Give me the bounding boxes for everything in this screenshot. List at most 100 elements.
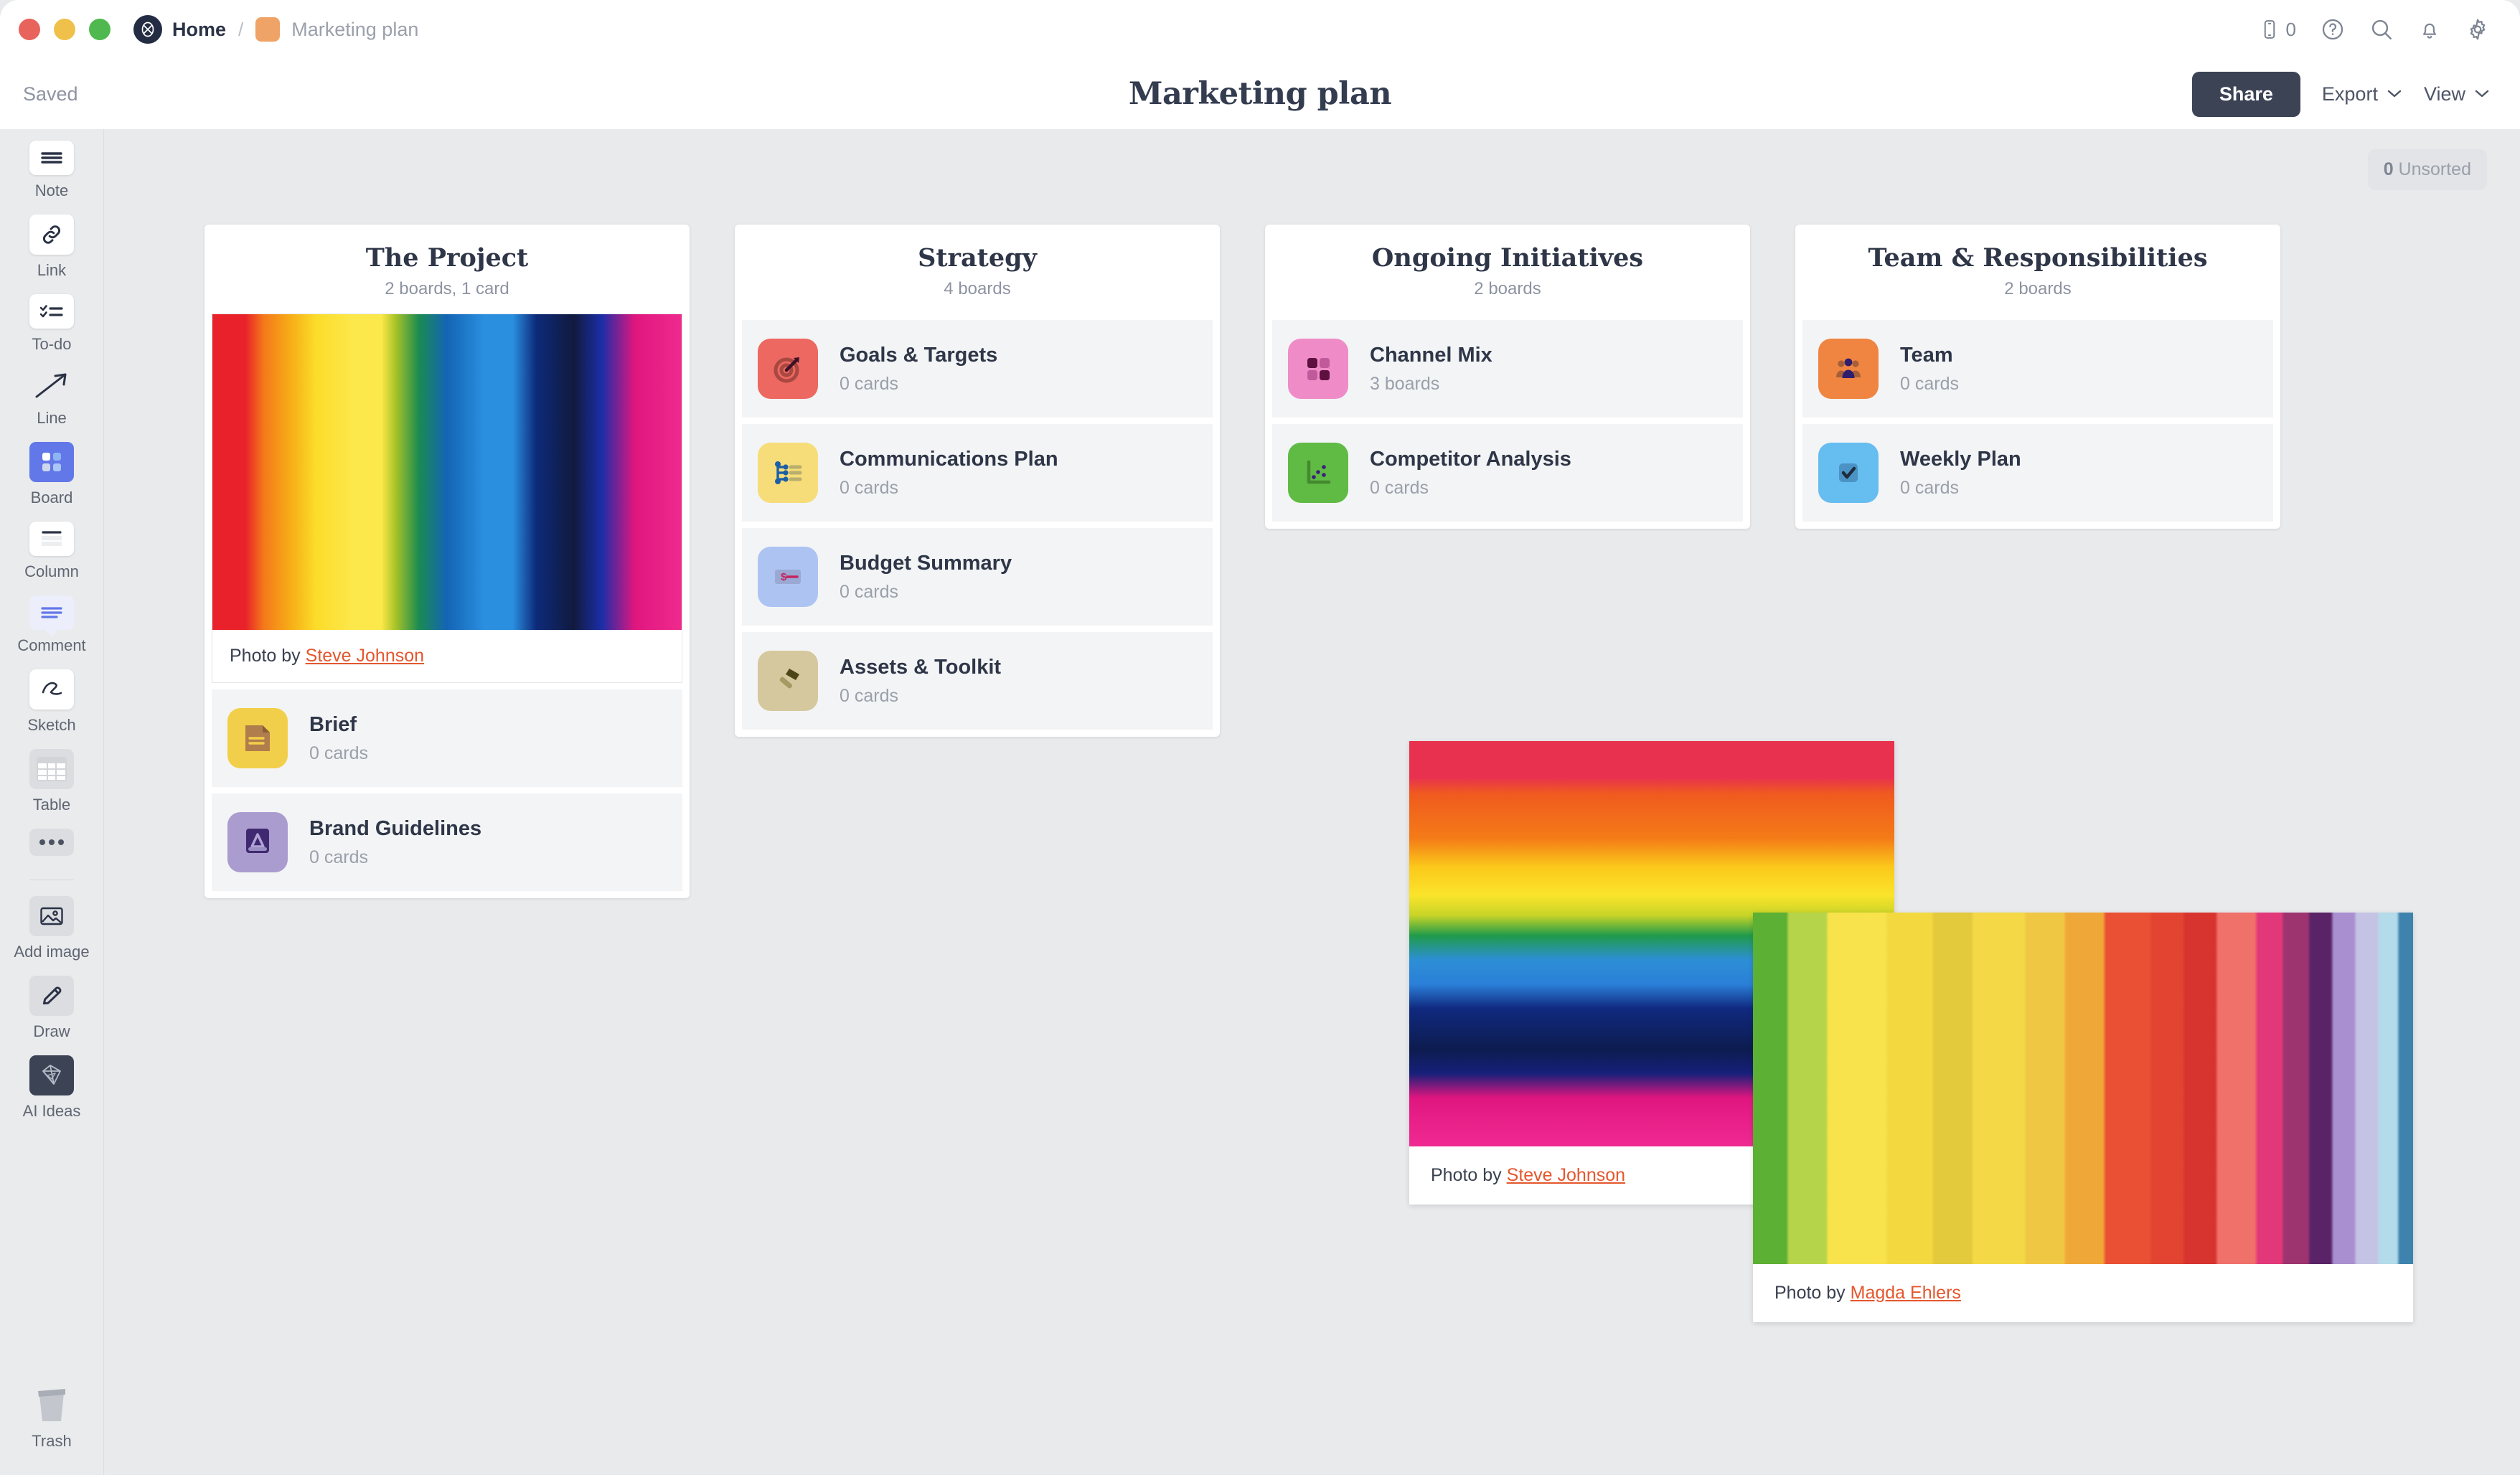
- column-strategy[interactable]: Strategy 4 boards Goals & Targets 0 card…: [735, 225, 1220, 737]
- tool-label: Board: [30, 489, 73, 506]
- breadcrumb-document[interactable]: Marketing plan: [291, 19, 418, 41]
- tool-more[interactable]: [0, 829, 103, 862]
- tool-board[interactable]: Board: [0, 442, 103, 507]
- tool-todo[interactable]: To-do: [0, 294, 103, 354]
- tool-add-image[interactable]: Add image: [0, 896, 103, 961]
- photo-card-magda-ehlers[interactable]: Photo by Magda Ehlers: [1753, 913, 2413, 1322]
- column-header: The Project 2 boards, 1 card: [204, 225, 690, 314]
- document-color-swatch: [255, 17, 281, 42]
- tool-label: AI Ideas: [22, 1102, 81, 1120]
- more-dots-icon: [29, 829, 74, 856]
- hammer-icon: [758, 651, 818, 711]
- unsorted-count: 0: [2383, 159, 2394, 179]
- gear-icon[interactable]: [2465, 17, 2490, 42]
- search-icon[interactable]: [2369, 17, 2394, 42]
- tool-table[interactable]: Table: [0, 749, 103, 814]
- bell-icon[interactable]: [2418, 18, 2441, 41]
- column-subtitle: 2 boards: [1474, 279, 1541, 298]
- help-icon[interactable]: [2321, 17, 2345, 42]
- board-item-brief[interactable]: Brief 0 cards: [212, 689, 682, 787]
- credit-author-link[interactable]: Magda Ehlers: [1851, 1283, 1961, 1303]
- target-icon: [758, 339, 818, 399]
- scatter-icon: [1288, 443, 1348, 503]
- minimize-window-button[interactable]: [54, 19, 75, 40]
- hero-photo-card[interactable]: Photo by Steve Johnson: [212, 314, 682, 683]
- board-item-count: 0 cards: [840, 373, 898, 394]
- note-icon: [29, 141, 74, 175]
- close-window-button[interactable]: [19, 19, 40, 40]
- tool-label: Table: [32, 796, 71, 814]
- board-item-text: Budget Summary 0 cards: [840, 552, 1012, 603]
- column-icon: [29, 522, 74, 556]
- board-item-text: Weekly Plan 0 cards: [1900, 448, 2021, 499]
- breadcrumb-home[interactable]: Home: [172, 19, 226, 41]
- tool-label: Comment: [17, 636, 86, 654]
- app-logo-icon[interactable]: [133, 15, 162, 44]
- breadcrumb-separator: /: [238, 18, 244, 40]
- maximize-window-button[interactable]: [89, 19, 111, 40]
- board-item-competitor-analysis[interactable]: Competitor Analysis 0 cards: [1272, 424, 1743, 522]
- board-item-goals-targets[interactable]: Goals & Targets 0 cards: [742, 320, 1213, 418]
- credit-author-link[interactable]: Steve Johnson: [306, 646, 424, 666]
- board-item-text: Brief 0 cards: [309, 713, 368, 764]
- tool-trash[interactable]: Trash: [0, 1384, 103, 1451]
- tool-sketch[interactable]: Sketch: [0, 669, 103, 735]
- tool-draw[interactable]: Draw: [0, 976, 103, 1041]
- hero-photo-credit: Photo by Steve Johnson: [212, 630, 682, 682]
- hero-photo-image: [212, 314, 682, 630]
- board-item-name: Brand Guidelines: [309, 816, 482, 840]
- unsorted-badge[interactable]: 0 Unsorted: [2367, 149, 2487, 190]
- title-bar: Home / Marketing plan 0: [0, 0, 2520, 59]
- tool-label: Line: [37, 409, 67, 427]
- tool-line[interactable]: Line: [0, 368, 103, 428]
- board-item-name: Budget Summary: [840, 551, 1012, 575]
- board-item-team[interactable]: Team 0 cards: [1802, 320, 2273, 418]
- board-canvas[interactable]: 0 Unsorted The Project 2 boards, 1 card …: [105, 129, 2520, 1475]
- column-the-project[interactable]: The Project 2 boards, 1 card Photo by St…: [204, 225, 690, 898]
- tool-column[interactable]: Column: [0, 522, 103, 581]
- column-title: Team & Responsibilities: [1868, 243, 2208, 273]
- board-item-count: 0 cards: [1900, 373, 1959, 394]
- board-item-assets-toolkit[interactable]: Assets & Toolkit 0 cards: [742, 632, 1213, 730]
- pencil-icon: [29, 976, 74, 1016]
- board-item-name: Weekly Plan: [1900, 447, 2021, 471]
- book-icon: [227, 812, 288, 872]
- board-item-text: Brand Guidelines 0 cards: [309, 817, 481, 868]
- grid-icon: [1288, 339, 1348, 399]
- tool-label: Column: [24, 562, 79, 580]
- board-item-brand-guidelines[interactable]: Brand Guidelines 0 cards: [212, 793, 682, 891]
- tool-label: Add image: [14, 943, 90, 961]
- board-item-count: 3 boards: [1370, 373, 1440, 394]
- credit-prefix: Photo by: [230, 646, 306, 666]
- board-item-channel-mix[interactable]: Channel Mix 3 boards: [1272, 320, 1743, 418]
- sketch-icon: [29, 669, 74, 710]
- tool-note[interactable]: Note: [0, 141, 103, 200]
- board-item-communications-plan[interactable]: Communications Plan 0 cards: [742, 424, 1213, 522]
- column-subtitle: 4 boards: [944, 279, 1011, 298]
- document-icon: [227, 708, 288, 768]
- tool-rail: Note Link To-do Line Board Column Commen…: [0, 129, 104, 1475]
- column-team-responsibilities[interactable]: Team & Responsibilities 2 boards Team 0 …: [1795, 225, 2280, 529]
- mobile-icon[interactable]: 0: [2259, 19, 2296, 41]
- board-item-text: Goals & Targets 0 cards: [840, 344, 997, 395]
- tool-label: Sketch: [27, 716, 76, 734]
- line-arrow-icon: [29, 368, 74, 402]
- board-item-count: 0 cards: [840, 685, 898, 706]
- credit-author-link[interactable]: Steve Johnson: [1507, 1165, 1625, 1185]
- tool-comment[interactable]: Comment: [0, 595, 103, 655]
- todo-icon: [29, 294, 74, 329]
- board-item-budget-summary[interactable]: $ Budget Summary 0 cards: [742, 528, 1213, 626]
- board-icon: [29, 442, 74, 482]
- page-title: Marketing plan: [1128, 76, 1392, 112]
- column-ongoing-initiatives[interactable]: Ongoing Initiatives 2 boards Channel Mix…: [1265, 225, 1750, 529]
- board-item-count: 0 cards: [309, 743, 368, 763]
- ai-ideas-icon: [29, 1055, 74, 1095]
- board-item-name: Competitor Analysis: [1370, 447, 1571, 471]
- board-item-weekly-plan[interactable]: Weekly Plan 0 cards: [1802, 424, 2273, 522]
- tool-ai-ideas[interactable]: AI Ideas: [0, 1055, 103, 1121]
- money-icon: $: [758, 547, 818, 607]
- credit-prefix: Photo by: [1431, 1165, 1507, 1185]
- column-header: Team & Responsibilities 2 boards: [1795, 225, 2280, 314]
- board-item-name: Communications Plan: [840, 447, 1058, 471]
- tool-link[interactable]: Link: [0, 215, 103, 280]
